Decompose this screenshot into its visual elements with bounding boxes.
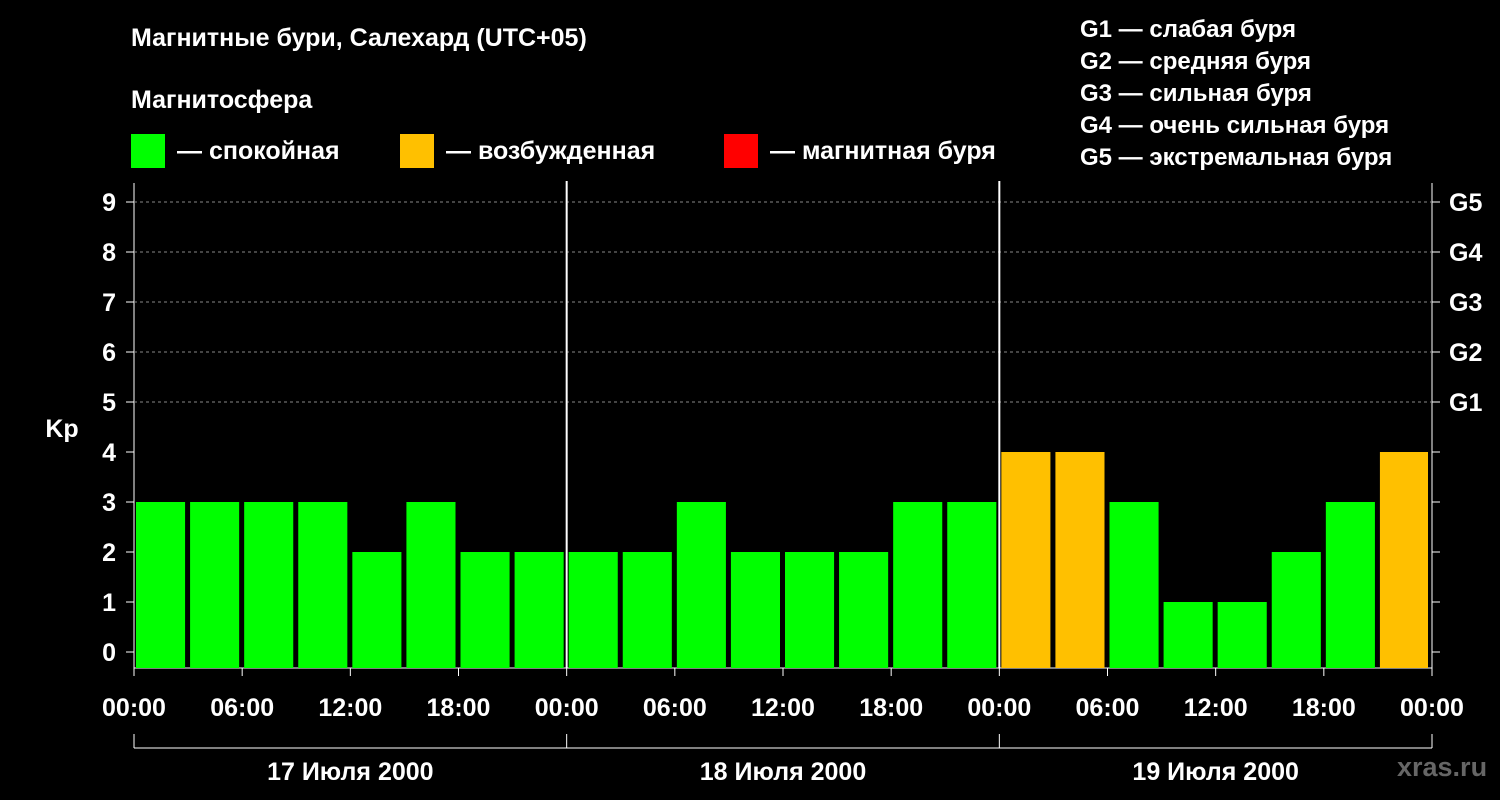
day-label: 19 Июля 2000 [1132,758,1298,786]
y-tick-label: 6 [102,339,116,367]
kp-bar [1001,452,1051,668]
g-level-label: G5 [1449,189,1482,217]
x-tick-label: 18:00 [1292,694,1356,722]
x-tick-label: 00:00 [967,694,1031,722]
x-tick-label: 06:00 [643,694,707,722]
day-label: 18 Июля 2000 [700,758,866,786]
g-level-label: G3 [1449,289,1482,317]
kp-bar [1379,452,1428,668]
day-label: 17 Июля 2000 [267,758,433,786]
y-tick-label: 7 [102,289,116,317]
g-level-label: G4 [1449,239,1482,267]
kp-bar [1163,602,1213,668]
watermark: xras.ru [1397,752,1488,782]
kp-bar [839,552,889,668]
y-tick-label: 4 [102,439,116,467]
kp-bar [460,552,510,668]
x-tick-label: 12:00 [1184,694,1248,722]
kp-bar [136,502,186,668]
x-tick-label: 00:00 [535,694,599,722]
x-tick-label: 06:00 [1076,694,1140,722]
kp-bar [514,552,564,668]
kp-bar [406,502,456,668]
kp-bar [244,502,294,668]
kp-bar [1109,502,1159,668]
x-tick-label: 06:00 [210,694,274,722]
x-tick-label: 18:00 [859,694,923,722]
kp-bar [568,552,618,668]
kp-bar [352,552,402,668]
x-tick-label: 00:00 [1400,694,1464,722]
kp-bar [785,552,835,668]
kp-bar [730,552,780,668]
kp-bar [1325,502,1375,668]
kp-bar [622,552,672,668]
x-tick-label: 18:00 [427,694,491,722]
kp-bar [676,502,726,668]
y-tick-label: 1 [102,589,116,617]
y-tick-label: 5 [102,389,116,417]
kp-bar [1271,552,1321,668]
y-tick-label: 9 [102,189,116,217]
y-tick-label: 8 [102,239,116,267]
x-tick-label: 12:00 [751,694,815,722]
g-level-label: G1 [1449,389,1482,417]
y-tick-label: 3 [102,489,116,517]
y-axis-title: Kp [45,415,78,443]
x-tick-label: 00:00 [102,694,166,722]
kp-bar [947,502,997,668]
g-level-label: G2 [1449,339,1482,367]
kp-bar [190,502,240,668]
kp-bar-chart: 0 1 2 3 4 5 6 7 8 9 G1 G2 G3 G4 G5 Kp 00:00 06:00 12:00 18:… [45,181,1482,786]
x-tick-label: 12:00 [318,694,382,722]
kp-bar [1217,602,1267,668]
kp-bar [298,502,348,668]
kp-bar [893,502,943,668]
kp-bar [1055,452,1105,668]
y-tick-label: 2 [102,539,116,567]
y-tick-label: 0 [102,639,116,667]
